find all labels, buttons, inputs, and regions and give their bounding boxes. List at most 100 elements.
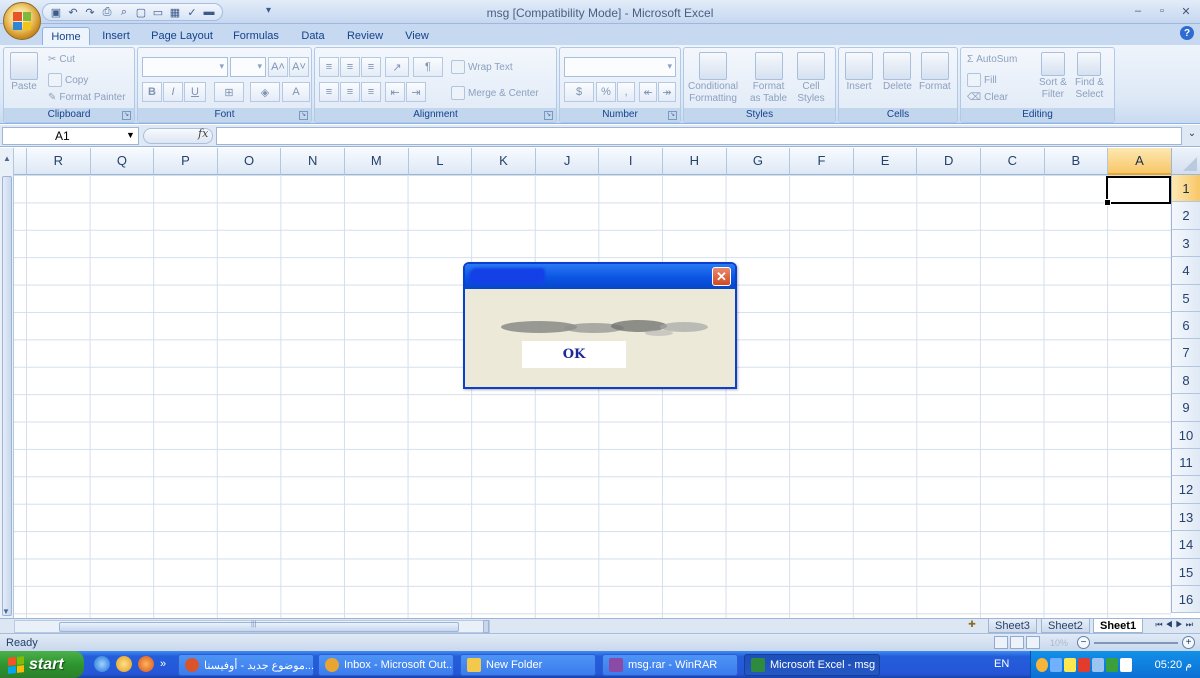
start-button[interactable]: start: [0, 651, 84, 678]
row-header-7[interactable]: 7: [1171, 339, 1200, 367]
find-select-button[interactable]: Find & Select: [1075, 52, 1104, 100]
row-header-14[interactable]: 14: [1171, 531, 1200, 559]
sheet-nav-icons[interactable]: ⏮◀▶⏭: [1155, 620, 1196, 630]
column-header-l[interactable]: L: [408, 148, 473, 175]
font-size-combo[interactable]: [230, 57, 266, 77]
font-launcher-icon[interactable]: ↘: [299, 111, 308, 120]
select-all-corner[interactable]: [1171, 148, 1200, 175]
format-as-table-button[interactable]: Format as Table: [750, 52, 787, 104]
row-header-6[interactable]: 6: [1171, 312, 1200, 340]
percent-button[interactable]: %: [596, 82, 616, 102]
row-header-1[interactable]: 1: [1171, 175, 1200, 203]
column-header-r[interactable]: R: [27, 148, 91, 175]
orientation-button[interactable]: ↗: [385, 57, 409, 77]
autosum-button[interactable]: Σ AutoSum: [967, 54, 1017, 65]
alignment-launcher-icon[interactable]: ↘: [544, 111, 553, 120]
active-cell-a1[interactable]: [1104, 176, 1171, 206]
expand-formula-bar-icon[interactable]: ⌄: [1186, 128, 1198, 144]
column-header-o[interactable]: O: [217, 148, 282, 175]
office-button[interactable]: [3, 2, 41, 40]
column-header-j[interactable]: J: [535, 148, 600, 175]
wrap-text-button[interactable]: Wrap Text: [451, 60, 513, 74]
sheet-tab-2[interactable]: Sheet2: [1041, 619, 1090, 633]
number-launcher-icon[interactable]: ↘: [668, 111, 677, 120]
vertical-scroll-thumb[interactable]: [2, 176, 12, 616]
tab-formulas[interactable]: Formulas: [228, 27, 284, 45]
italic-button[interactable]: I: [163, 82, 183, 102]
scroll-up-icon[interactable]: ▲: [2, 150, 12, 168]
column-header-d[interactable]: D: [917, 148, 981, 175]
volume-icon[interactable]: [1092, 657, 1104, 672]
row-header-2[interactable]: 2: [1171, 202, 1200, 230]
tab-review[interactable]: Review: [342, 27, 388, 45]
minimize-button[interactable]: –: [1128, 2, 1148, 20]
increase-indent-button[interactable]: ⇥: [406, 82, 426, 102]
column-header-e[interactable]: E: [853, 148, 918, 175]
align-bottom-button[interactable]: ≡: [361, 57, 381, 77]
paste-button[interactable]: Paste: [10, 52, 38, 92]
column-header-h[interactable]: H: [663, 148, 727, 175]
borders-button[interactable]: ⊞: [214, 82, 244, 102]
insert-function-button[interactable]: fx: [198, 127, 208, 140]
format-cells-button[interactable]: Format: [919, 52, 951, 92]
antivirus-icon[interactable]: [1064, 657, 1076, 672]
increase-decimal-button[interactable]: ↞: [639, 82, 657, 102]
outlook-icon[interactable]: [116, 656, 132, 672]
decrease-indent-button[interactable]: ⇤: [385, 82, 405, 102]
task-outlook-inbox[interactable]: Inbox - Microsoft Out...: [318, 654, 454, 676]
close-window-button[interactable]: ✕: [1176, 2, 1196, 20]
dialog-close-button[interactable]: ✕: [712, 267, 731, 286]
column-header-f[interactable]: F: [790, 148, 854, 175]
clear-button[interactable]: ⌫ Clear: [967, 92, 1008, 103]
fill-color-button[interactable]: ◈: [250, 82, 280, 102]
row-header-9[interactable]: 9: [1171, 394, 1200, 422]
column-header-g[interactable]: G: [726, 148, 791, 175]
accounting-button[interactable]: $: [564, 82, 594, 102]
tab-insert[interactable]: Insert: [94, 27, 138, 45]
task-check-icon[interactable]: [1120, 657, 1132, 672]
zoom-in-icon[interactable]: +: [1182, 636, 1195, 649]
grow-font-button[interactable]: A˄: [268, 57, 288, 77]
sort-filter-button[interactable]: Sort & Filter: [1039, 52, 1067, 100]
clipboard-launcher-icon[interactable]: ↘: [122, 111, 131, 120]
help-icon[interactable]: ?: [1180, 26, 1194, 40]
decrease-decimal-button[interactable]: ↠: [658, 82, 676, 102]
cell-styles-button[interactable]: Cell Styles: [797, 52, 825, 104]
fill-button[interactable]: Fill: [967, 73, 997, 87]
cut-button[interactable]: ✂ Cut: [48, 54, 75, 65]
row-header-12[interactable]: 12: [1171, 476, 1200, 504]
align-left-button[interactable]: ≡: [319, 82, 339, 102]
task-excel[interactable]: Microsoft Excel - msg ...: [744, 654, 880, 676]
delete-cells-button[interactable]: Delete: [883, 52, 912, 92]
bold-button[interactable]: B: [142, 82, 162, 102]
tab-view[interactable]: View: [400, 27, 434, 45]
align-top-button[interactable]: ≡: [319, 57, 339, 77]
safe-remove-icon[interactable]: [1106, 657, 1118, 672]
horizontal-scrollbar[interactable]: |||: [14, 620, 490, 633]
row-header-8[interactable]: 8: [1171, 366, 1200, 395]
zoom-level[interactable]: 10%: [1050, 638, 1068, 648]
column-header-a[interactable]: A: [1108, 148, 1172, 175]
tab-split-handle[interactable]: [483, 620, 489, 633]
zoom-slider[interactable]: [1094, 642, 1178, 644]
column-header-p[interactable]: P: [154, 148, 218, 175]
formula-input[interactable]: [216, 127, 1182, 145]
align-right-button[interactable]: ≡: [361, 82, 381, 102]
insert-cells-button[interactable]: Insert: [845, 52, 873, 92]
name-box[interactable]: A1: [2, 127, 139, 145]
column-header-q[interactable]: Q: [90, 148, 155, 175]
scroll-down-icon[interactable]: ▼: [2, 607, 10, 616]
align-middle-button[interactable]: ≡: [340, 57, 360, 77]
task-browser-forum[interactable]: موضوع جديد - أوفيسنا...: [178, 654, 314, 676]
column-header-c[interactable]: C: [981, 148, 1045, 175]
copy-button[interactable]: Copy: [48, 73, 88, 87]
row-header-16[interactable]: 16: [1171, 586, 1200, 614]
sheet-tab-1[interactable]: Sheet1: [1093, 619, 1144, 633]
column-header-m[interactable]: M: [345, 148, 409, 175]
merge-center-button[interactable]: Merge & Center: [451, 86, 539, 100]
row-header-11[interactable]: 11: [1171, 449, 1200, 477]
column-header-k[interactable]: K: [472, 148, 536, 175]
shrink-font-button[interactable]: A˅: [289, 57, 309, 77]
font-color-button[interactable]: A: [282, 82, 310, 102]
internet-explorer-icon[interactable]: [94, 656, 110, 672]
